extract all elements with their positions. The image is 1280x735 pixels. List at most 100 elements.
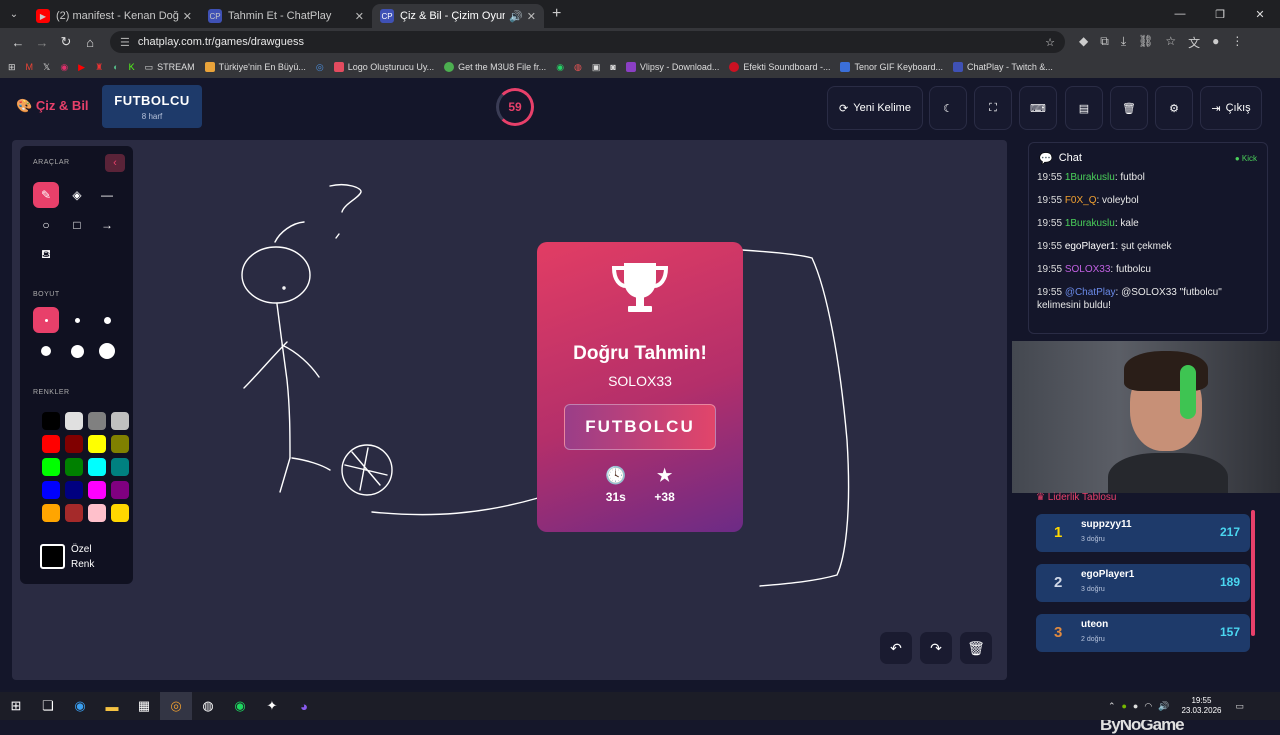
message-user[interactable]: 1Burakuslu xyxy=(1065,218,1115,229)
color-swatch[interactable] xyxy=(88,412,106,430)
bookmark-2[interactable]: Türkiye'nin En Büyü... xyxy=(204,62,306,72)
color-swatch[interactable] xyxy=(65,481,83,499)
brush-tool[interactable]: ✎ xyxy=(33,182,59,208)
start-icon[interactable]: ⊞ xyxy=(0,692,32,720)
undo-button[interactable]: ↶ xyxy=(880,632,912,664)
color-swatch[interactable] xyxy=(88,435,106,453)
archive-button[interactable]: ▤ xyxy=(1065,86,1103,130)
youtube-icon[interactable]: ▶ xyxy=(78,62,85,73)
close-tab-icon[interactable]: ✕ xyxy=(355,10,364,23)
bookmark-icon[interactable]: ◎ xyxy=(316,62,324,73)
message-user[interactable]: @ChatPlay xyxy=(1065,287,1116,298)
puzzle-icon[interactable]: ⧉ xyxy=(1100,34,1109,51)
delete-button[interactable]: 🗑 xyxy=(1110,86,1148,130)
arrow-tool[interactable]: → xyxy=(94,212,120,238)
bookmark-stream[interactable]: ▭ STREAM xyxy=(145,62,195,73)
fullscreen-button[interactable]: ⛶ xyxy=(974,86,1012,130)
color-swatch[interactable] xyxy=(65,504,83,522)
message-user[interactable]: 1Burakuslu xyxy=(1065,172,1115,183)
color-swatch[interactable] xyxy=(65,412,83,430)
redo-button[interactable]: ↷ xyxy=(920,632,952,664)
keyboard-button[interactable]: ⌨ xyxy=(1019,86,1057,130)
collapse-panel-button[interactable]: ‹ xyxy=(105,154,125,172)
tray-arrow-icon[interactable]: ⌃ xyxy=(1108,701,1116,712)
close-window-button[interactable]: ✕ xyxy=(1240,0,1280,28)
brush-size-1[interactable] xyxy=(33,307,59,333)
color-swatch[interactable] xyxy=(42,481,60,499)
color-swatch[interactable] xyxy=(65,458,83,476)
menu-icon[interactable]: ⋮ xyxy=(1231,34,1243,51)
link-icon[interactable]: ⛓ xyxy=(1138,34,1153,51)
bookmark-7[interactable]: Tenor GIF Keyboard... xyxy=(840,62,943,72)
new-tab-button[interactable]: + xyxy=(552,5,561,23)
reload-icon[interactable]: ↻ xyxy=(54,34,78,50)
wifi-icon[interactable]: ◠ xyxy=(1144,701,1152,712)
app-icon[interactable]: ✦ xyxy=(256,692,288,720)
file-explorer-icon[interactable]: ▬ xyxy=(96,692,128,720)
bookmark-icon[interactable]: ◍ xyxy=(574,62,582,73)
tray-app-icon[interactable]: ● xyxy=(1133,701,1138,711)
chrome-icon[interactable]: ◎ xyxy=(160,692,192,720)
forward-icon[interactable]: → xyxy=(30,35,54,50)
browser-tab-2[interactable]: CP Tahmin Et - ChatPlay ✕ xyxy=(200,4,372,28)
bookmark-icon[interactable]: ▣ xyxy=(592,62,601,73)
gmail-icon[interactable]: M xyxy=(26,62,34,72)
brush-size-4[interactable] xyxy=(33,338,59,364)
bookmark-4[interactable]: Get the M3U8 File fr... xyxy=(444,62,546,72)
color-swatch[interactable] xyxy=(42,435,60,453)
settings-button[interactable]: ⚙ xyxy=(1155,86,1193,130)
discord-icon[interactable]: ◕ xyxy=(288,692,320,720)
brush-size-2[interactable] xyxy=(64,307,90,333)
mute-tab-icon[interactable]: 🔊 xyxy=(509,10,523,23)
chat-messages[interactable]: 19:55 1Burakuslu: futbol 19:55 F0X_Q: vol… xyxy=(1029,171,1267,312)
color-swatch[interactable] xyxy=(88,458,106,476)
bookmark-icon[interactable]: ◐ xyxy=(113,62,118,72)
close-tab-icon[interactable]: ✕ xyxy=(183,10,192,23)
brush-size-6[interactable] xyxy=(94,338,120,364)
kick-icon[interactable]: K xyxy=(129,62,135,72)
color-swatch[interactable] xyxy=(42,458,60,476)
bookmark-5[interactable]: Vlipsy - Download... xyxy=(625,62,719,72)
bookmark-icon[interactable]: ♜ xyxy=(95,62,103,73)
minimize-button[interactable]: — xyxy=(1160,0,1200,28)
volume-icon[interactable]: 🔊 xyxy=(1158,701,1169,712)
message-user[interactable]: F0X_Q xyxy=(1065,195,1097,206)
home-icon[interactable]: ⌂ xyxy=(78,35,102,50)
bookmark-6[interactable]: Efekti Soundboard -... xyxy=(729,62,830,72)
instagram-icon[interactable]: ◉ xyxy=(60,62,68,73)
store-icon[interactable]: ▦ xyxy=(128,692,160,720)
color-swatch[interactable] xyxy=(111,435,129,453)
nvidia-icon[interactable]: ● xyxy=(1121,701,1126,711)
clear-canvas-button[interactable]: 🗑 xyxy=(960,632,992,664)
bookmarks-icon[interactable]: ☆ xyxy=(1165,34,1176,51)
bookmark-3[interactable]: Logo Oluşturucu Uy... xyxy=(333,62,434,72)
bookmark-8[interactable]: ChatPlay - Twitch &... xyxy=(953,62,1053,72)
x-icon[interactable]: 𝕏 xyxy=(43,62,50,73)
color-swatch[interactable] xyxy=(65,435,83,453)
circle-tool[interactable]: ○ xyxy=(33,212,59,238)
exit-button[interactable]: ⇥ Çıkış xyxy=(1200,86,1262,130)
back-icon[interactable]: ← xyxy=(6,35,30,50)
line-tool[interactable]: — xyxy=(94,182,120,208)
url-bar[interactable]: ☰ chatplay.com.tr/games/drawguess ☆ xyxy=(110,31,1065,53)
site-info-icon[interactable]: ☰ xyxy=(120,36,130,49)
color-swatch[interactable] xyxy=(88,481,106,499)
tab-search-icon[interactable]: ⌄ xyxy=(0,0,28,28)
message-user[interactable]: SOLOX33 xyxy=(1065,264,1111,275)
message-user[interactable]: egoPlayer1 xyxy=(1065,241,1116,252)
apps-icon[interactable]: ⊞ xyxy=(8,62,16,73)
color-swatch[interactable] xyxy=(42,504,60,522)
download-icon[interactable]: ⤓ xyxy=(1121,34,1126,51)
whatsapp-icon[interactable]: ◉ xyxy=(556,62,564,73)
theme-toggle-button[interactable]: ☾ xyxy=(929,86,967,130)
rectangle-tool[interactable]: □ xyxy=(64,212,90,238)
browser-tab-3[interactable]: CP Çiz & Bil - Çizim Oyunu 🔊 ✕ xyxy=(372,4,544,28)
browser-tab-1[interactable]: ▶ (2) manifest - Kenan Doğulu Ko ✕ xyxy=(28,4,200,28)
restore-button[interactable]: ❐ xyxy=(1200,0,1240,28)
leaderboard-scrollbar[interactable] xyxy=(1251,510,1255,636)
eraser-tool[interactable]: ◈ xyxy=(64,182,90,208)
task-view-icon[interactable]: ❏ xyxy=(32,692,64,720)
notification-icon[interactable]: ▭ xyxy=(1235,701,1244,712)
color-swatch[interactable] xyxy=(42,412,60,430)
color-swatch[interactable] xyxy=(111,481,129,499)
